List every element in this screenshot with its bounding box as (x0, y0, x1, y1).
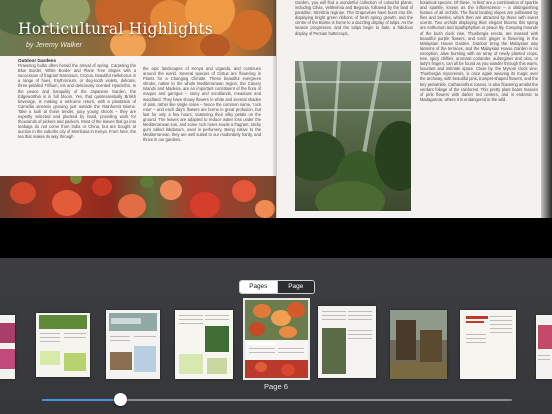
page-thumbnail-8b[interactable] (536, 315, 552, 379)
magazine-spread[interactable]: Horticultural Highlights by Jeremy Walke… (0, 0, 552, 218)
flower-photo (0, 176, 276, 218)
page-thumbnail-7b[interactable] (390, 310, 447, 379)
body-text: Flowering bulbs often herald the arrival… (18, 63, 136, 140)
right-column-2: botanical species. Of these, 'Arilest' a… (420, 0, 538, 102)
page-thumbnail-8a[interactable] (460, 310, 516, 379)
left-column-2: the epic landscapes of Kenya and Uganda,… (143, 66, 261, 143)
page-edge (541, 0, 552, 218)
page-thumbnail-4[interactable] (0, 315, 15, 379)
page-thumbnail-5b[interactable] (106, 310, 160, 379)
view-segmented-control[interactable]: Pages Page History (239, 280, 315, 294)
left-page[interactable]: Horticultural Highlights by Jeremy Walke… (0, 0, 276, 218)
page-slider-fill (42, 399, 120, 401)
right-page[interactable]: Garden, you will find a wonderful collec… (277, 0, 541, 218)
biome-photo (295, 61, 411, 211)
tab-pages[interactable]: Pages (240, 281, 277, 293)
page-thumbnail-5a[interactable] (36, 313, 90, 377)
page-slider-thumb[interactable] (114, 393, 127, 406)
right-column-1: Garden, you will find a wonderful collec… (295, 0, 413, 36)
page-thumbnail-6-current[interactable] (243, 298, 310, 380)
tab-page-history[interactable]: Page History (276, 281, 314, 293)
byline: by Jeremy Walker (26, 42, 82, 49)
page-thumbnail-7a[interactable] (318, 306, 376, 378)
magazine-title: Horticultural Highlights (18, 20, 213, 38)
current-page-label: Page 6 (263, 382, 289, 391)
left-column-1: Outdoor Gardens Flowering bulbs often he… (18, 58, 136, 175)
page-thumbnail-5c[interactable] (175, 310, 233, 379)
